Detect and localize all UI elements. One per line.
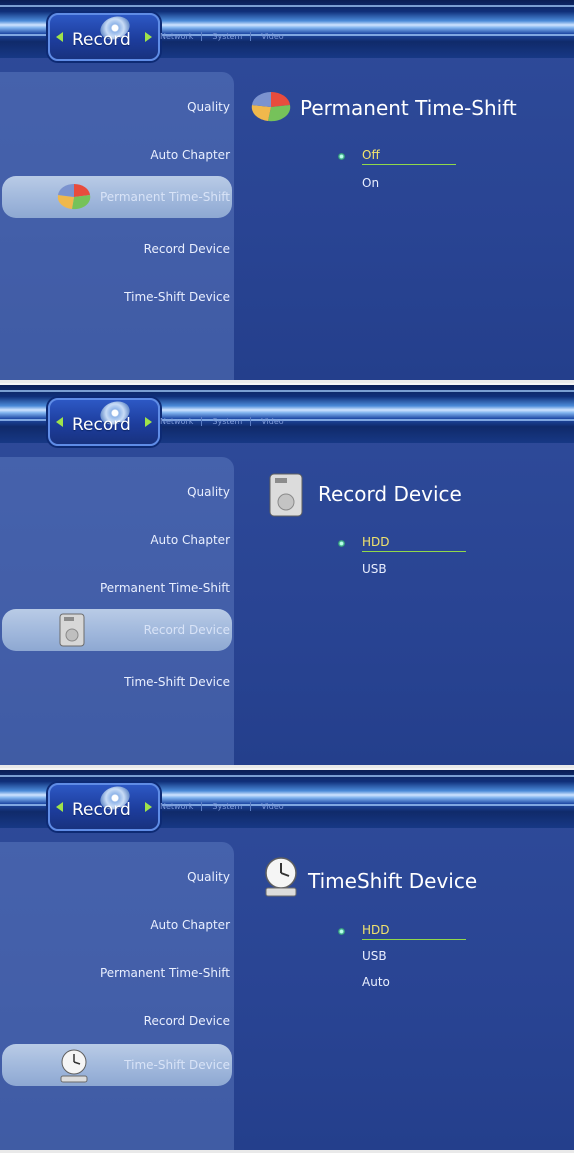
clock-drive-icon: [56, 1048, 92, 1087]
menu-item-quality[interactable]: Quality: [187, 485, 230, 499]
pie-chart-icon: [52, 179, 96, 216]
page-title: Permanent Time-Shift: [300, 96, 517, 120]
chevron-right-icon[interactable]: [145, 802, 152, 812]
option-on[interactable]: On: [362, 176, 379, 190]
menu-item-auto-chapter[interactable]: Auto Chapter: [150, 918, 230, 932]
option-hdd[interactable]: HDD: [362, 923, 464, 940]
menu-item-label: Time-Shift Device: [124, 1058, 230, 1072]
hard-drive-icon: [268, 473, 304, 521]
chevron-left-icon[interactable]: [56, 417, 63, 427]
hard-drive-icon: [58, 613, 86, 650]
option-off[interactable]: Off: [362, 148, 455, 165]
record-tab-label: Record: [72, 415, 131, 435]
tab-video[interactable]: Video: [261, 32, 291, 41]
screen-record-device: Record Network System Video Quality Auto…: [0, 385, 574, 768]
chevron-right-icon[interactable]: [145, 32, 152, 42]
menu-item-record-device[interactable]: Record Device: [144, 242, 230, 256]
page-title: Record Device: [318, 482, 462, 506]
screen-timeshift-device: Record Network System Video Quality Auto…: [0, 770, 574, 1153]
menu-item-label: Permanent Time-Shift: [99, 190, 230, 204]
menu-item-quality[interactable]: Quality: [187, 100, 230, 114]
tabs: Network System Video: [160, 798, 292, 814]
menu-item-auto-chapter[interactable]: Auto Chapter: [150, 148, 230, 162]
record-tab[interactable]: Record: [48, 397, 160, 446]
menu-item-auto-chapter[interactable]: Auto Chapter: [150, 533, 230, 547]
option-auto[interactable]: Auto: [362, 975, 390, 989]
record-tab[interactable]: Record: [48, 782, 160, 831]
settings-menu: Quality Auto Chapter Permanent Time-Shif…: [0, 842, 234, 1150]
menu-item-permanent-time-shift[interactable]: Permanent Time-Shift: [2, 176, 232, 218]
menu-item-time-shift-device[interactable]: Time-Shift Device: [124, 675, 230, 689]
settings-menu: Quality Auto Chapter Permanent Time-Shif…: [0, 457, 234, 765]
chevron-left-icon[interactable]: [56, 802, 63, 812]
radio-selected-icon: [338, 540, 345, 547]
tab-network[interactable]: Network: [160, 31, 203, 41]
settings-menu: Quality Auto Chapter Permanent Time-Shif…: [0, 72, 234, 380]
tab-network[interactable]: Network: [160, 416, 203, 426]
clock-drive-icon: [260, 856, 302, 902]
tab-system[interactable]: System: [212, 416, 252, 426]
menu-item-time-shift-device[interactable]: Time-Shift Device: [124, 290, 230, 304]
chevron-right-icon[interactable]: [145, 417, 152, 427]
screen-permanent-timeshift: Record Network System Video Quality Auto…: [0, 0, 574, 383]
tab-system[interactable]: System: [212, 801, 252, 811]
tabs: Network System Video: [160, 413, 292, 429]
tab-system[interactable]: System: [212, 31, 252, 41]
record-tab-label: Record: [72, 30, 131, 50]
menu-item-time-shift-device[interactable]: Time-Shift Device: [2, 1044, 232, 1086]
option-hdd[interactable]: HDD: [362, 535, 464, 552]
tab-video[interactable]: Video: [261, 417, 291, 426]
radio-selected-icon: [338, 928, 345, 935]
radio-selected-icon: [338, 153, 345, 160]
menu-item-permanent-time-shift[interactable]: Permanent Time-Shift: [100, 966, 230, 980]
tabs: Network System Video: [160, 28, 292, 44]
record-tab-label: Record: [72, 800, 131, 820]
menu-item-permanent-time-shift[interactable]: Permanent Time-Shift: [100, 581, 230, 595]
chevron-left-icon[interactable]: [56, 32, 63, 42]
option-usb[interactable]: USB: [362, 949, 387, 963]
menu-item-quality[interactable]: Quality: [187, 870, 230, 884]
page-title: TimeShift Device: [308, 869, 478, 893]
menu-item-label: Record Device: [143, 623, 230, 637]
option-usb[interactable]: USB: [362, 562, 387, 576]
menu-item-record-device[interactable]: Record Device: [2, 609, 232, 651]
record-tab[interactable]: Record: [48, 12, 160, 61]
menu-item-record-device[interactable]: Record Device: [144, 1014, 230, 1028]
pie-chart-icon: [246, 86, 296, 130]
tab-network[interactable]: Network: [160, 801, 203, 811]
tab-video[interactable]: Video: [261, 802, 291, 811]
